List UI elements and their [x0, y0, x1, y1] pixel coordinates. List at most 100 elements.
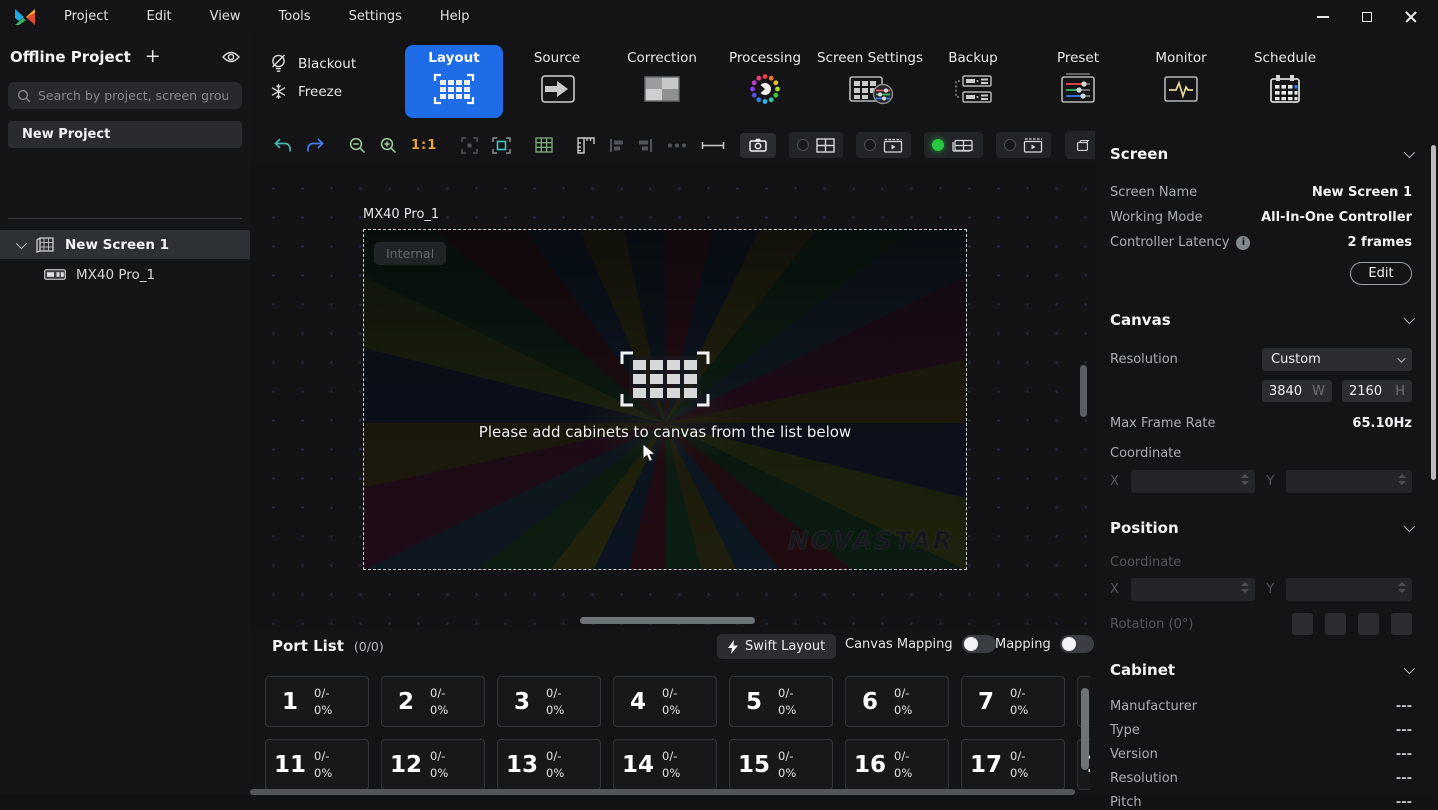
canvas-workspace[interactable]: MX40 Pro_1 Internal Please add cabinet	[250, 165, 1095, 630]
tab-correction[interactable]: Correction	[613, 45, 711, 118]
port-usage: 0%	[546, 766, 564, 780]
port-card[interactable]: 1 0/- 0%	[265, 676, 369, 727]
port-card[interactable]: 12 0/- 0%	[381, 739, 485, 790]
swift-layout-button[interactable]: Swift Layout	[717, 634, 836, 659]
port-list-horizontal-scrollbar[interactable]	[250, 789, 1075, 795]
port-card[interactable]: 7 0/- 0%	[961, 676, 1065, 727]
tab-layout[interactable]: Layout	[405, 45, 503, 118]
port-card[interactable]: 4 0/- 0%	[613, 676, 717, 727]
canvas-section-header[interactable]: Canvas	[1110, 311, 1412, 329]
grid-toggle-button[interactable]	[528, 132, 560, 158]
port-number: 5	[730, 689, 778, 715]
canvas-mapping-toggle[interactable]	[962, 635, 996, 653]
tab-schedule[interactable]: Schedule	[1236, 45, 1334, 118]
tab-processing[interactable]: Processing	[716, 45, 814, 118]
tab-backup[interactable]: Backup	[924, 45, 1022, 118]
screen-canvas[interactable]: Internal Please add cabinets to canvas f…	[363, 229, 967, 570]
blackout-icon	[270, 54, 287, 73]
canvas-height-input[interactable]: 2160 H	[1342, 380, 1412, 402]
minimize-button[interactable]	[1308, 4, 1338, 30]
redo-button[interactable]	[299, 132, 332, 158]
properties-panel: Screen Screen Name New Screen 1 Working …	[1095, 125, 1438, 795]
canvas-horizontal-scrollbar[interactable]	[580, 617, 755, 624]
port-load: 0/-	[546, 686, 564, 700]
spacing-button[interactable]	[694, 132, 732, 158]
zoom-ratio-button[interactable]: 1:1	[404, 132, 444, 158]
schedule-calendar-icon	[1263, 72, 1307, 106]
cabinet-screen-toggle[interactable]	[924, 132, 983, 158]
radio-indicator	[797, 139, 809, 151]
cabinet-info-value: ---	[1396, 699, 1412, 714]
add-project-button[interactable]: +	[145, 47, 161, 66]
menu-tools[interactable]: Tools	[269, 5, 321, 28]
port-card[interactable]: 13 0/- 0%	[497, 739, 601, 790]
resolution-label: Resolution	[1110, 352, 1178, 367]
close-button[interactable]	[1396, 4, 1426, 30]
source-preview-toggle[interactable]	[856, 132, 911, 158]
maximize-button[interactable]	[1352, 4, 1382, 30]
undo-button[interactable]	[266, 132, 299, 158]
cabinet-info-value: ---	[1396, 771, 1412, 786]
cabinet-section-header[interactable]: Cabinet	[1110, 661, 1412, 679]
port-card[interactable]: 15 0/- 0%	[729, 739, 833, 790]
more-align-options-button[interactable]	[660, 132, 694, 158]
align-right-button[interactable]	[631, 132, 660, 158]
chevron-down-icon[interactable]	[16, 237, 27, 248]
search-input[interactable]	[38, 88, 228, 103]
eye-icon[interactable]	[222, 50, 240, 64]
tab-source[interactable]: Source	[508, 45, 606, 118]
menu-edit[interactable]: Edit	[136, 5, 181, 28]
port-number: 7	[962, 689, 1010, 715]
collapse-view-icon[interactable]	[454, 132, 485, 158]
search-box[interactable]	[8, 82, 242, 109]
cabinet-view-toggle[interactable]	[789, 132, 843, 158]
resolution-select[interactable]: Custom	[1262, 348, 1412, 371]
align-left-button[interactable]	[602, 132, 631, 158]
port-card[interactable]: 5 0/- 0%	[729, 676, 833, 727]
tree-item-device[interactable]: MX40 Pro_1	[0, 260, 250, 289]
sidebar-item-new-project[interactable]: New Project	[8, 121, 242, 148]
mapping-toggle[interactable]	[1060, 635, 1094, 653]
info-icon[interactable]: i	[1236, 236, 1250, 250]
canvas-vertical-scrollbar[interactable]	[1080, 365, 1087, 417]
zoom-out-button[interactable]	[342, 132, 373, 158]
port-card[interactable]: 6 0/- 0%	[845, 676, 949, 727]
freeze-button[interactable]: Freeze	[270, 83, 342, 100]
position-coordinate-label: Coordinate	[1110, 555, 1181, 570]
menu-help[interactable]: Help	[430, 5, 480, 28]
working-mode-value: All-In-One Controller	[1261, 210, 1412, 225]
tab-preset[interactable]: Preset	[1029, 45, 1127, 118]
menu-view[interactable]: View	[200, 5, 251, 28]
port-card[interactable]: 14 0/- 0%	[613, 739, 717, 790]
menu-settings[interactable]: Settings	[339, 5, 412, 28]
port-card[interactable]: 2 0/- 0%	[381, 676, 485, 727]
resolution-value: Custom	[1271, 352, 1321, 367]
controller-device-icon	[44, 269, 66, 280]
screen-section-header[interactable]: Screen	[1110, 145, 1412, 163]
canvas-width-input[interactable]: 3840 W	[1262, 380, 1332, 402]
cabinet-info-value: ---	[1396, 747, 1412, 762]
fit-to-screen-button[interactable]	[485, 132, 518, 158]
screen-preview-toggle[interactable]	[996, 132, 1051, 158]
freeze-label: Freeze	[298, 84, 342, 100]
port-card[interactable]: 16 0/- 0%	[845, 739, 949, 790]
port-list-vertical-scrollbar[interactable]	[1081, 688, 1089, 770]
port-card[interactable]: 17 0/- 0%	[961, 739, 1065, 790]
cabinet-info-label: Type	[1110, 723, 1140, 738]
rotation-180-button	[1358, 613, 1379, 635]
window-vertical-scrollbar[interactable]	[1431, 145, 1436, 480]
port-card[interactable]: 3 0/- 0%	[497, 676, 601, 727]
screenshot-button[interactable]	[740, 133, 776, 158]
edit-button[interactable]: Edit	[1350, 262, 1412, 285]
tab-monitor[interactable]: Monitor	[1132, 45, 1230, 118]
rotation-90-button	[1325, 613, 1346, 635]
tree-item-screen[interactable]: New Screen 1	[0, 230, 250, 259]
tab-screen-settings[interactable]: Screen Settings	[816, 45, 924, 118]
port-card[interactable]: 11 0/- 0%	[265, 739, 369, 790]
port-number: 1	[266, 689, 314, 715]
menu-project[interactable]: Project	[54, 5, 118, 28]
blackout-button[interactable]: Blackout	[270, 54, 356, 73]
zoom-in-button[interactable]	[373, 132, 404, 158]
position-section-header[interactable]: Position	[1110, 519, 1412, 537]
ruler-button[interactable]	[570, 132, 602, 158]
